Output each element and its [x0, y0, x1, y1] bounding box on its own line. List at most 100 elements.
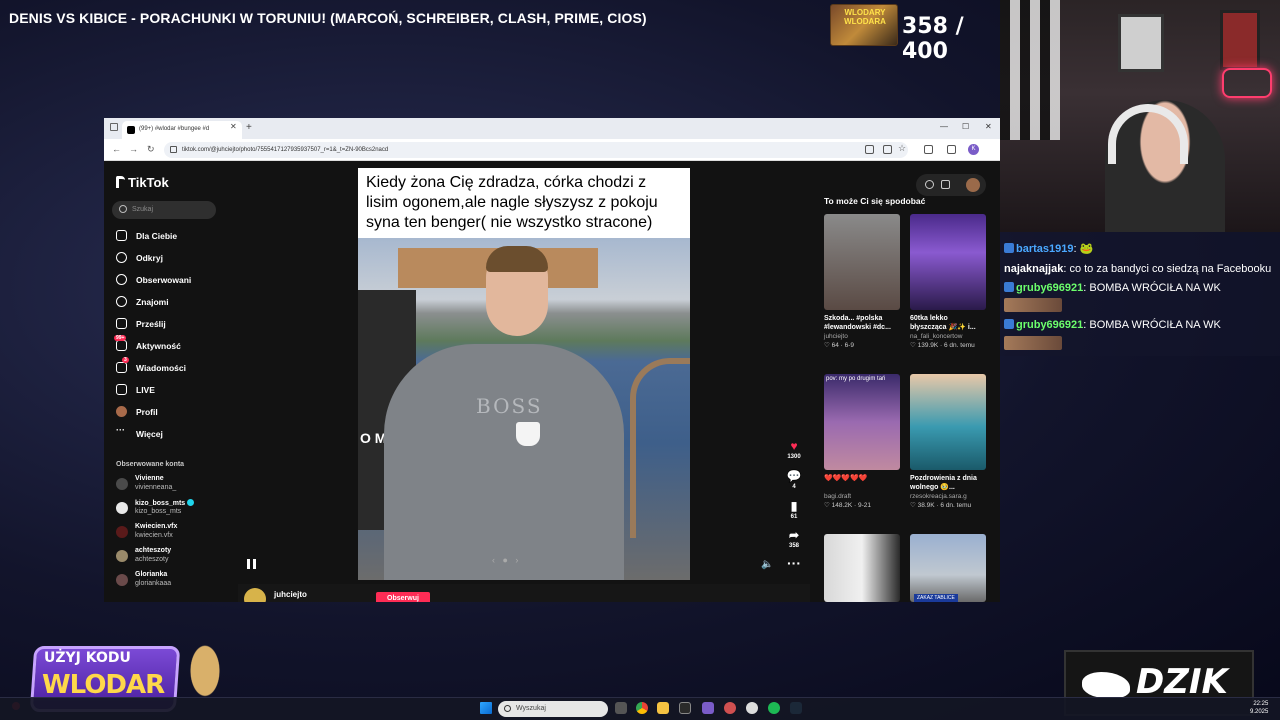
verified-icon [187, 499, 195, 506]
comment-icon: 💬 [786, 469, 802, 483]
forward-icon[interactable]: → [129, 144, 138, 154]
url-text: tiktok.com/@juhciejto/photo/755541712793… [182, 147, 389, 153]
maximize-icon[interactable]: ☐ [962, 122, 969, 131]
boar-icon [1082, 672, 1130, 698]
comment-count: 4 [792, 484, 796, 490]
browser-tab[interactable]: (99+) #wlodar #bungee #d [122, 121, 242, 139]
account-handle: gloriankaaa [135, 580, 172, 587]
follow-button[interactable]: Obserwuj [376, 592, 430, 602]
video-frame: O MIE BOSS [358, 238, 690, 580]
chat-text: : 🐸 [1073, 243, 1094, 255]
live-icon [116, 384, 127, 395]
tiktok-favicon-icon [127, 126, 135, 134]
block-icon[interactable] [925, 180, 934, 189]
search-input[interactable]: Szukaj [112, 201, 216, 219]
chat-message: bartas1919: 🐸 [1004, 242, 1093, 255]
steam-icon[interactable] [790, 702, 802, 714]
activity-icon [116, 340, 127, 351]
bookmark-star-icon[interactable]: ☆ [898, 143, 906, 154]
share-button[interactable]: ➦ 358 [784, 528, 804, 549]
recommended-video[interactable]: 60tka lekko błyszcząca 🎉✨ i... na_fali_k… [910, 214, 986, 349]
rec-author: na_fali_koncertow [910, 333, 963, 340]
more-options-icon[interactable]: ··· [787, 555, 801, 571]
tab-actions-icon[interactable] [110, 123, 118, 131]
back-icon[interactable]: ← [112, 144, 121, 154]
user-avatar[interactable] [966, 178, 980, 192]
like-button[interactable]: ♥ 1300 [784, 439, 804, 460]
rec-meta: ♡ 64 · 6-9 [824, 342, 855, 349]
reload-icon[interactable]: ↻ [147, 144, 155, 155]
rec-title: Pozdrowienia z dnia wolnego 🥹... [910, 475, 977, 491]
nav-label: Wiadomości [136, 363, 186, 373]
app-icon[interactable] [724, 702, 736, 714]
rec-thumbnail [824, 214, 900, 310]
author-avatar[interactable] [244, 588, 266, 602]
url-input[interactable]: tiktok.com/@juhciejto/photo/755541712793… [164, 142, 908, 158]
chat-badge-icon [1004, 243, 1014, 253]
followed-accounts-title: Obserwowane konta [116, 461, 185, 468]
site-info-icon[interactable] [170, 146, 177, 153]
sponsor-name: DZIK [1136, 662, 1228, 702]
extensions-icon[interactable] [924, 145, 933, 154]
comment-button[interactable]: 💬 4 [784, 469, 804, 490]
author-bar: juhciejto Obserwuj [238, 584, 810, 602]
rec-title: 60tka lekko błyszcząca 🎉✨ i... [910, 315, 976, 331]
tiktok-note-icon [116, 176, 125, 188]
chat-message: gruby696921: BOMBA WRÓCIŁA NA WK [1004, 319, 1221, 331]
video-player[interactable]: Kiedy żona Cię zdradza, córka chodzi z l… [358, 168, 690, 580]
author-name[interactable]: juhciejto [274, 590, 307, 599]
device-icon[interactable] [941, 180, 950, 189]
recommended-video[interactable] [824, 534, 900, 602]
spotify-icon[interactable] [768, 702, 780, 714]
recommended-video[interactable]: Pozdrowienia z dnia wolnego 🥹... rzesokr… [910, 374, 986, 509]
recommended-video[interactable]: pov: my po drugim tań ❤️❤️❤️❤️❤️ bagi.dr… [824, 374, 900, 509]
install-icon[interactable] [865, 145, 874, 154]
minimize-icon[interactable]: — [940, 122, 948, 131]
recommended-video[interactable]: Szkoda... #polska #lewandowski #dc... ju… [824, 214, 900, 349]
cam-neon-sign [1222, 68, 1272, 98]
person-hair [486, 246, 548, 272]
goal-label: WLODARY WLODARA [844, 8, 886, 26]
share-icon: ➦ [788, 528, 800, 542]
taskbar-search[interactable]: Wyszukaj [498, 701, 608, 717]
rec-overlay-text: pov: my po drugim tań [826, 376, 886, 382]
volume-icon[interactable]: 🔈 [761, 559, 773, 570]
avatar [116, 526, 128, 538]
close-window-icon[interactable]: ✕ [985, 122, 992, 131]
carousel-dots[interactable]: ‹ ● › [492, 555, 518, 565]
translate-icon[interactable] [883, 145, 892, 154]
taskbar-clock[interactable]: 22:25 9.2025 [1250, 700, 1268, 716]
rec-meta: ♡ 38.9K · 6 dn. temu [910, 502, 972, 509]
account-handle: kwiecien.vfx [135, 532, 173, 539]
video-caption: Kiedy żona Cię zdradza, córka chodzi z l… [358, 168, 690, 238]
account-handle: achteszoty [135, 556, 169, 563]
new-tab-icon[interactable]: + [246, 122, 252, 133]
obs-icon[interactable] [746, 702, 758, 714]
home-icon [116, 230, 127, 241]
chat-overlay: bartas1919: 🐸 najaknajjak: co to za band… [1000, 232, 1280, 356]
like-count: 1300 [787, 454, 801, 460]
pause-icon[interactable] [247, 559, 256, 569]
task-view-icon[interactable] [615, 702, 627, 714]
messages-badge: 3 [122, 357, 129, 363]
discord-icon[interactable] [702, 702, 714, 714]
avatar [116, 574, 128, 586]
tiktok-page: TikTok Szukaj Dla Ciebie Odkryj Obserwow… [104, 161, 1000, 602]
profile-avatar[interactable]: K [968, 144, 979, 155]
browser-window: (99+) #wlodar #bungee #d ✕ + — ☐ ✕ ← → ↻… [104, 118, 1000, 602]
terminal-icon[interactable] [679, 702, 691, 714]
file-explorer-icon[interactable] [657, 702, 669, 714]
rec-thumbnail [910, 374, 986, 470]
save-button[interactable]: ▮ 61 [784, 499, 804, 520]
chrome-icon[interactable] [636, 702, 648, 714]
address-bar: ← → ↻ tiktok.com/@juhciejto/photo/755541… [104, 139, 1000, 161]
tab-close-icon[interactable]: ✕ [230, 122, 237, 131]
tiktok-logo[interactable]: TikTok [116, 175, 169, 190]
person-body [384, 344, 624, 580]
recommended-video[interactable]: ZAKAZ TABLICE [910, 534, 986, 602]
windows-start-icon[interactable] [480, 702, 492, 714]
rec-tag: ZAKAZ TABLICE [914, 594, 958, 602]
media-icon[interactable] [947, 145, 956, 154]
top-right-tools [916, 174, 986, 196]
search-icon [504, 705, 511, 712]
